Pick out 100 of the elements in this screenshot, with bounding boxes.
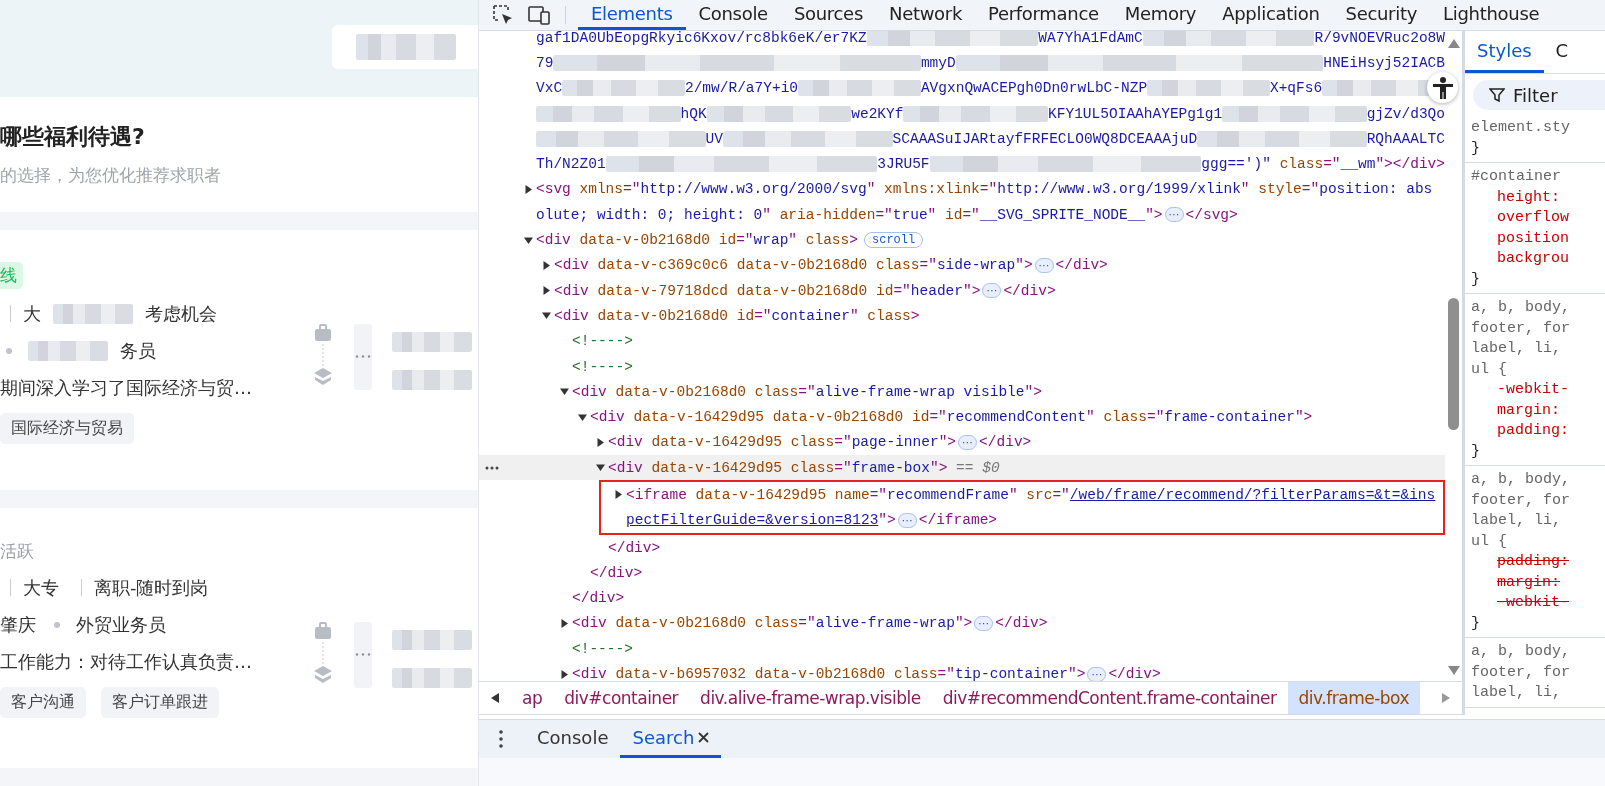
sidebar-tab[interactable]: Styles	[1465, 31, 1544, 73]
breadcrumb[interactable]: div#container	[553, 682, 690, 714]
devtools-tab[interactable]: Sources	[780, 0, 876, 30]
scrollbar-thumb[interactable]	[1448, 298, 1459, 430]
css-selector: element.sty	[1471, 118, 1572, 138]
html-code: <div data-v-0b2168d0 id="container" class>	[554, 307, 920, 324]
candidate-info: 大	[23, 301, 41, 326]
html-code: </div>	[1055, 257, 1108, 274]
css-selector: a, b, body,	[1471, 298, 1572, 318]
html-code: Th/N2Z01	[536, 156, 606, 173]
scroll-badge[interactable]: scroll	[864, 232, 924, 248]
css-selector: footer, for	[1471, 490, 1572, 511]
expand-arrow-icon[interactable]	[560, 669, 569, 679]
expand-arrow-icon[interactable]	[596, 437, 605, 447]
expand-arrow-icon[interactable]	[542, 286, 551, 296]
html-code: </div>	[1108, 666, 1161, 681]
status-tag: 线	[0, 261, 23, 289]
close-icon[interactable]	[698, 732, 710, 743]
expand-ellipsis-button[interactable]: ⋯	[982, 283, 1002, 299]
html-code: <div data-v-0b2168d0 class="alive-frame-wrap visible">	[572, 383, 1042, 400]
drawer-tab[interactable]: Console	[525, 720, 621, 758]
html-code: </div>	[979, 434, 1032, 451]
html-code: X+qFs6	[1269, 80, 1323, 97]
menu-icon[interactable]	[499, 730, 503, 748]
breadcrumb[interactable]: div.frame-box	[1287, 682, 1420, 714]
html-code: UV	[705, 130, 723, 147]
collapse-arrow-icon[interactable]	[542, 311, 551, 321]
html-code: </div>	[995, 615, 1048, 632]
devtools-tab[interactable]: Security	[1332, 0, 1431, 30]
sidebar-tab[interactable]: C	[1543, 31, 1581, 73]
html-code: <!---->	[572, 333, 633, 350]
collapse-arrow-icon[interactable]	[578, 412, 587, 422]
expand-ellipsis-button[interactable]: ⋯	[1087, 666, 1107, 681]
question-title: 哪些福利待遇?	[0, 122, 146, 151]
css-selector: label, li,	[1471, 683, 1562, 703]
expand-arrow-icon[interactable]	[614, 490, 623, 500]
selected-row[interactable]: <div data-v-16429d95 class="frame-box"> == $0	[479, 455, 1445, 481]
scroll-up-icon[interactable]	[1447, 39, 1460, 48]
css-property: position	[1496, 228, 1570, 249]
expand-ellipsis-button[interactable]: ⋯	[897, 512, 917, 528]
css-property: -webkit-	[1496, 593, 1570, 613]
scroll-down-icon[interactable]	[1447, 666, 1460, 675]
more-dots-icon	[355, 355, 371, 359]
devtools-tab[interactable]: Network	[876, 0, 976, 30]
html-code: RQhAAALTC	[1366, 130, 1445, 147]
candidate-description: 期间深入学习了国际经济与贸…	[0, 375, 253, 400]
scroll-left-icon[interactable]	[491, 693, 499, 703]
expand-arrow-icon[interactable]	[542, 260, 551, 270]
breadcrumb[interactable]: div.alive-frame-wrap.visible	[689, 682, 932, 714]
html-code: 3JRU5F	[877, 156, 930, 173]
collapse-arrow-icon[interactable]	[524, 235, 533, 245]
candidate-card[interactable]: 线 大 考虑机会 务员 期间深入学习了国际经济与贸… 国际经济与贸易	[0, 229, 478, 490]
device-toolbar-icon[interactable]	[527, 4, 551, 26]
status-text: 活跃	[0, 539, 35, 563]
filter-field[interactable]: Filter	[1473, 80, 1605, 110]
css-property: margin:	[1496, 400, 1561, 421]
devtools-tab[interactable]: Performance	[975, 0, 1112, 30]
html-code: we2KYf	[851, 105, 904, 122]
html-code: </div>	[572, 590, 625, 607]
devtools-tab[interactable]: Memory	[1111, 0, 1210, 30]
more-dots-icon[interactable]	[485, 466, 499, 471]
accessibility-icon[interactable]	[1427, 72, 1458, 103]
expand-ellipsis-button[interactable]: ⋯	[1164, 207, 1184, 223]
css-property: height:	[1496, 187, 1561, 208]
drawer-tab-label: Search	[632, 727, 695, 748]
work-education-icon	[312, 621, 334, 684]
css-property: -webkit-	[1496, 380, 1570, 400]
collapse-arrow-icon[interactable]	[596, 463, 605, 473]
css-brace: }	[1471, 441, 1481, 462]
html-code: <!---->	[572, 640, 633, 657]
candidate-info: 肇庆	[0, 612, 36, 637]
html-code: KFY1UL5OIAAhAYEPg1g1	[1048, 105, 1223, 122]
devtools-tab[interactable]: Console	[685, 0, 781, 30]
scroll-right-icon[interactable]	[1442, 693, 1450, 703]
candidate-info: 外贸业务员	[76, 612, 166, 637]
devtools-tab[interactable]: Application	[1209, 0, 1333, 30]
html-code: 79	[536, 54, 554, 71]
expand-ellipsis-button[interactable]: ⋯	[1034, 257, 1054, 273]
collapse-arrow-icon[interactable]	[560, 387, 569, 397]
candidate-description: 工作能力：对待工作认真负责…	[0, 649, 253, 674]
candidate-info: 务员	[120, 338, 156, 363]
devtools-tab[interactable]: Lighthouse	[1430, 0, 1553, 30]
html-code: AVgxnQwACEPgh0Dn0rwLbC-NZP	[920, 80, 1148, 97]
expand-ellipsis-button[interactable]: ⋯	[974, 615, 994, 631]
html-code: <div data-v-b6957032 data-v-0b2168d0 class="tip-container">	[572, 666, 1086, 681]
expand-ellipsis-button[interactable]: ⋯	[958, 434, 978, 450]
devtools-tab[interactable]: Elements	[578, 0, 686, 30]
expand-arrow-icon[interactable]	[524, 184, 533, 194]
breadcrumb[interactable]: ap	[511, 682, 554, 714]
css-selector: a, b, body,	[1471, 642, 1572, 662]
expand-arrow-icon[interactable]	[560, 618, 569, 628]
candidate-info: 考虑机会	[145, 301, 217, 326]
css-selector: footer, for	[1471, 318, 1572, 339]
css-brace: }	[1471, 613, 1481, 634]
inspect-element-icon[interactable]	[492, 4, 514, 26]
separator-dot-icon	[54, 621, 60, 628]
css-property: overflow	[1496, 208, 1570, 228]
html-code: <svg xmlns="http://www.w3.org/2000/svg" xmlns:xlink="http://www.w3.org/1999/xlink" style="position: abs	[536, 181, 1433, 198]
breadcrumb[interactable]: div#recommendContent.frame-container	[931, 682, 1288, 714]
candidate-card[interactable]: 活跃 大专 离职-随时到岗 肇庆 外贸业务员 工作能力：对待工作认真负责… 客户沟通 客户订单跟进	[0, 507, 478, 768]
